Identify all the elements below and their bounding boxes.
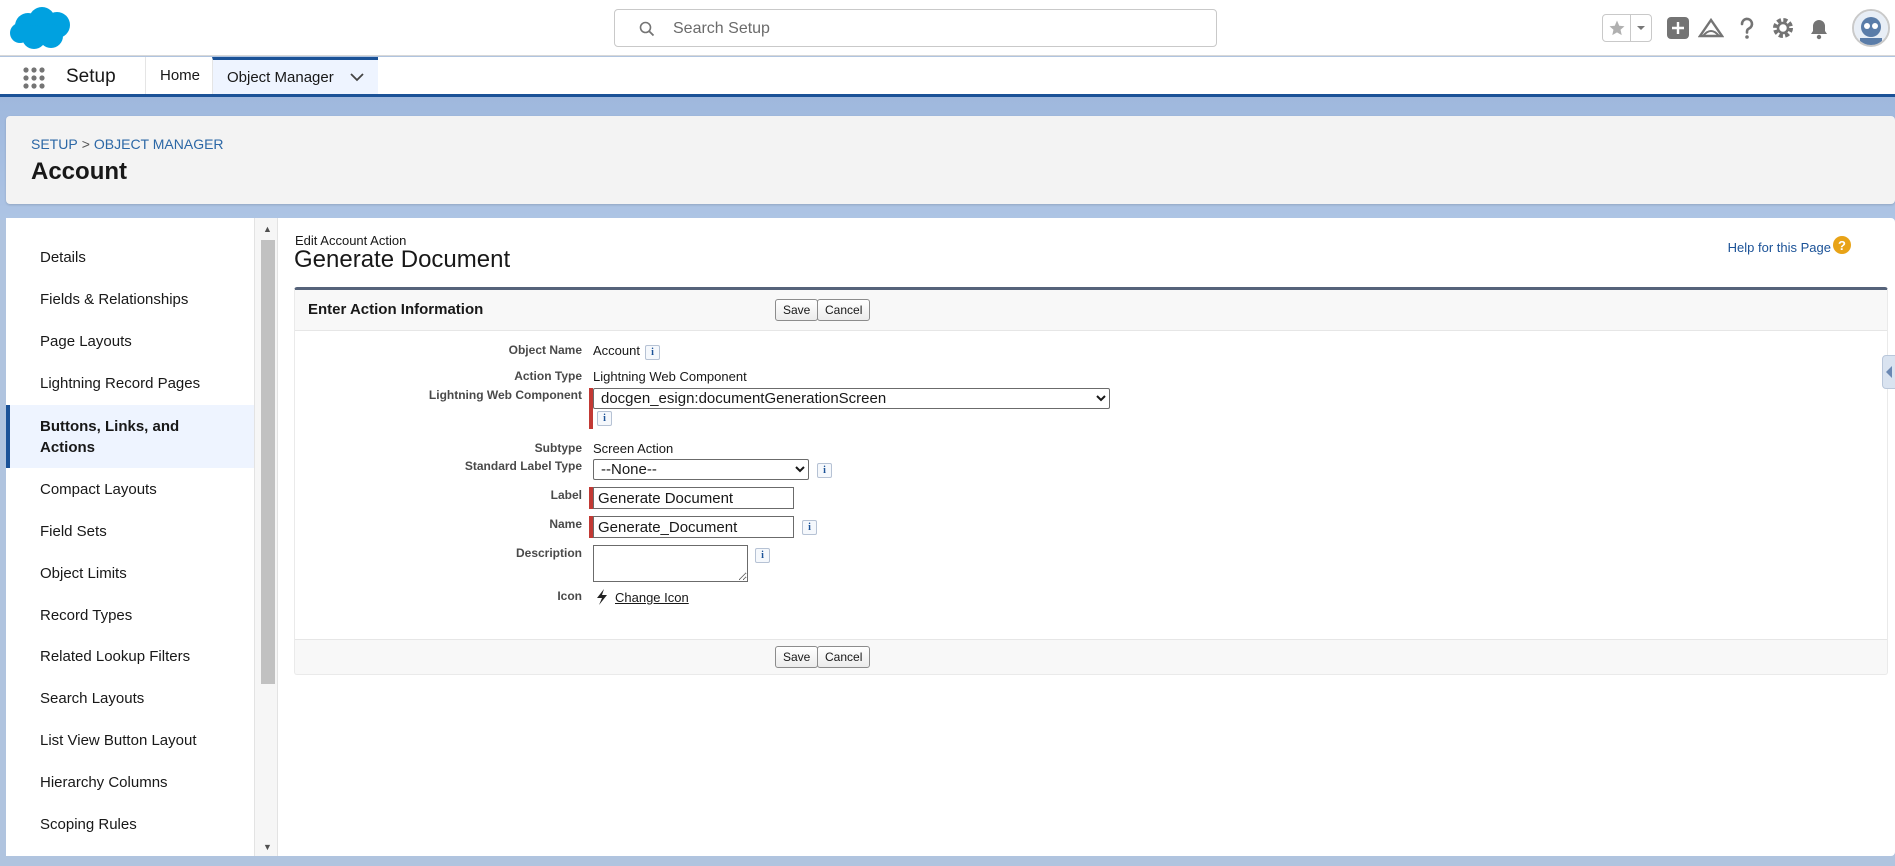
app-name: Setup [66, 66, 116, 87]
page-block: Enter Action Information Save Cancel Obj… [294, 287, 1888, 675]
sidebar-item-field-sets[interactable]: Field Sets [6, 523, 254, 540]
standard-label-type-label: Standard Label Type [464, 459, 582, 473]
app-navigation-bar: Setup Home Object Manager [0, 57, 1895, 97]
save-button-bottom[interactable]: Save [775, 646, 819, 668]
sidebar-item-details[interactable]: Details [6, 249, 254, 266]
sidebar-item-buttons-links-actions[interactable]: Buttons, Links, and Actions [6, 405, 254, 468]
info-icon[interactable]: i [802, 520, 817, 535]
sidebar-item-label: Buttons, Links, and [40, 418, 180, 435]
chevron-down-icon[interactable] [350, 72, 364, 82]
subtype-value: Screen Action [593, 441, 674, 456]
change-icon-link[interactable]: Change Icon [615, 590, 689, 605]
cancel-button[interactable]: Cancel [817, 299, 871, 321]
cancel-button-bottom[interactable]: Cancel [817, 646, 871, 668]
page-title: Account [31, 158, 127, 185]
action-edit-content: Edit Account Action Generate Document He… [278, 218, 1895, 856]
sidebar-item-list-view-button-layout[interactable]: List View Button Layout [6, 732, 254, 749]
sidebar-item-page-layouts[interactable]: Page Layouts [6, 333, 254, 350]
breadcrumb-object-manager[interactable]: OBJECT MANAGER [94, 136, 224, 152]
section-title: Enter Action Information [308, 301, 484, 318]
lwc-select[interactable]: docgen_esign:documentGenerationScreen [593, 388, 1110, 409]
app-launcher-icon[interactable] [22, 66, 46, 90]
avatar[interactable] [1852, 9, 1890, 47]
main-container: Details Fields & Relationships Page Layo… [6, 218, 1895, 856]
sidebar-item-lightning-record-pages[interactable]: Lightning Record Pages [6, 375, 254, 392]
help-question-icon[interactable]: ? [1833, 236, 1851, 254]
sidebar-item-compact-layouts[interactable]: Compact Layouts [6, 481, 254, 498]
sidebar-item-scoping-rules[interactable]: Scoping Rules [6, 816, 254, 833]
form-body: Object Name Account i Action Type Lightn… [295, 331, 1887, 639]
object-header: SETUP > OBJECT MANAGER Account [6, 116, 1895, 204]
sidebar-item-label: Actions [40, 439, 96, 456]
sidebar-item-object-limits[interactable]: Object Limits [6, 565, 254, 582]
breadcrumb-setup[interactable]: SETUP [31, 136, 78, 152]
subtype-label: Subtype [534, 441, 582, 455]
scroll-up-icon[interactable]: ▲ [263, 224, 272, 234]
name-field-label: Name [549, 517, 582, 531]
search-input[interactable] [671, 18, 1191, 40]
trailhead-icon[interactable] [1697, 14, 1725, 42]
global-header [0, 0, 1895, 56]
help-icon[interactable] [1733, 14, 1761, 42]
salesforce-cloud-logo[interactable] [8, 6, 74, 52]
edit-title: Generate Document [294, 246, 511, 273]
collapse-panel-handle[interactable] [1882, 355, 1895, 389]
description-textarea[interactable] [593, 545, 748, 582]
help-for-this-page-link[interactable]: Help for this Page [1728, 240, 1831, 255]
sidebar-item-search-layouts[interactable]: Search Layouts [6, 690, 254, 707]
favorites-group [1602, 14, 1652, 42]
sidebar-item-related-lookup-filters[interactable]: Related Lookup Filters [6, 648, 254, 665]
sidebar-item-hierarchy-columns[interactable]: Hierarchy Columns [6, 774, 254, 791]
tab-home[interactable]: Home [145, 57, 214, 94]
lightning-bolt-icon [597, 589, 607, 605]
search-box[interactable] [614, 9, 1217, 47]
tab-object-manager-label: Object Manager [227, 68, 334, 86]
scrollbar-thumb[interactable] [261, 240, 275, 684]
lwc-label: Lightning Web Component [428, 388, 582, 402]
breadcrumb: SETUP > OBJECT MANAGER [31, 136, 224, 152]
info-icon[interactable]: i [645, 345, 660, 360]
description-label: Description [515, 546, 582, 560]
search-icon [639, 21, 655, 37]
info-icon[interactable]: i [597, 411, 612, 426]
sidebar-item-record-types[interactable]: Record Types [6, 607, 254, 624]
tab-home-label: Home [160, 67, 201, 84]
scroll-down-icon[interactable]: ▼ [263, 842, 272, 852]
save-button[interactable]: Save [775, 299, 819, 321]
tab-object-manager[interactable]: Object Manager [212, 57, 378, 94]
icon-label: Icon [557, 589, 582, 603]
action-type-label: Action Type [514, 369, 582, 383]
object-name-label: Object Name [508, 343, 582, 357]
chevron-left-icon [1886, 366, 1892, 378]
info-icon[interactable]: i [755, 548, 770, 563]
divider [295, 639, 1887, 640]
name-input[interactable] [593, 516, 794, 538]
sidebar-scrollbar[interactable]: ▲ ▼ [254, 218, 278, 856]
breadcrumb-separator: > [81, 136, 90, 152]
gear-icon[interactable] [1769, 14, 1797, 42]
standard-label-type-select[interactable]: --None-- [593, 459, 809, 480]
object-name-value: Account [593, 343, 640, 358]
plus-icon[interactable] [1664, 14, 1692, 42]
label-input[interactable] [593, 487, 794, 509]
star-icon[interactable] [1603, 15, 1632, 41]
info-icon[interactable]: i [817, 463, 832, 478]
label-field-label: Label [550, 488, 582, 502]
object-sidebar: Details Fields & Relationships Page Layo… [6, 218, 254, 856]
action-type-value: Lightning Web Component [593, 369, 747, 384]
sidebar-item-fields-relationships[interactable]: Fields & Relationships [6, 291, 254, 308]
chevron-down-icon[interactable] [1631, 15, 1651, 41]
bell-icon[interactable] [1805, 14, 1833, 42]
